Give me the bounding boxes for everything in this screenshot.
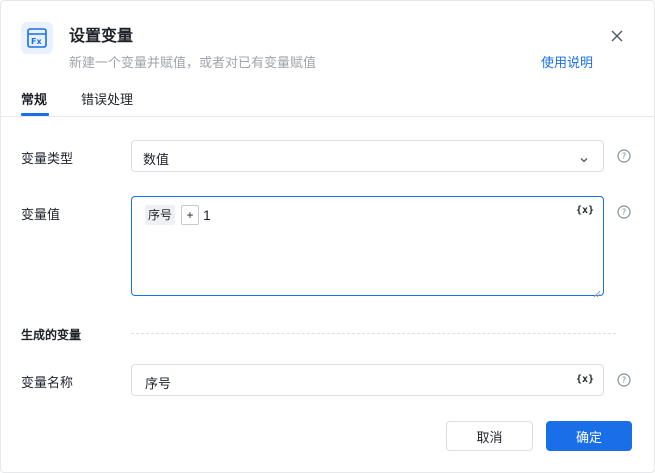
help-icon[interactable]: ? <box>617 149 631 163</box>
insert-variable-icon[interactable]: {x} <box>576 205 594 216</box>
confirm-button[interactable]: 确定 <box>546 421 632 451</box>
close-icon[interactable] <box>608 27 626 45</box>
section-divider <box>131 333 616 334</box>
usage-help-link[interactable]: 使用说明 <box>541 52 593 71</box>
variable-type-label: 变量类型 <box>21 151 74 166</box>
active-tab-indicator <box>21 113 49 116</box>
variable-value-label: 变量值 <box>21 207 61 222</box>
variable-token[interactable]: 序号 <box>145 205 176 225</box>
variable-name-label: 变量名称 <box>21 375 74 390</box>
operator-token[interactable]: + <box>181 205 199 225</box>
svg-text:?: ? <box>622 376 627 386</box>
cancel-button[interactable]: 取消 <box>446 421 533 451</box>
resize-handle-icon[interactable] <box>593 285 601 298</box>
generated-variables-heading: 生成的变量 <box>21 328 82 342</box>
variable-name-value: 序号 <box>145 376 172 391</box>
tab-error-handling[interactable]: 错误处理 <box>81 89 133 108</box>
variable-type-value: 数值 <box>143 152 170 167</box>
tab-general[interactable]: 常规 <box>21 89 47 108</box>
literal-value: 1 <box>203 207 211 223</box>
svg-text:?: ? <box>622 152 627 162</box>
variable-type-select[interactable]: 数值 <box>131 140 604 172</box>
chevron-down-icon <box>579 152 589 170</box>
set-variable-dialog: Fx 设置变量 新建一个变量并赋值，或者对已有变量赋值 使用说明 常规 错误处理… <box>0 0 655 473</box>
tab-bar: 常规 错误处理 <box>1 89 655 117</box>
help-icon[interactable]: ? <box>617 205 631 219</box>
svg-text:?: ? <box>622 208 627 218</box>
svg-text:Fx: Fx <box>31 37 42 46</box>
insert-variable-icon[interactable]: {x} <box>576 374 594 385</box>
help-icon[interactable]: ? <box>617 373 631 387</box>
dialog-title: 设置变量 <box>69 28 134 45</box>
fx-variable-icon: Fx <box>21 22 53 54</box>
dialog-subtitle: 新建一个变量并赋值，或者对已有变量赋值 <box>69 55 317 70</box>
variable-value-editor[interactable]: 序号 + 1 {x} <box>131 196 604 298</box>
variable-name-input[interactable]: 序号 {x} <box>131 364 604 396</box>
